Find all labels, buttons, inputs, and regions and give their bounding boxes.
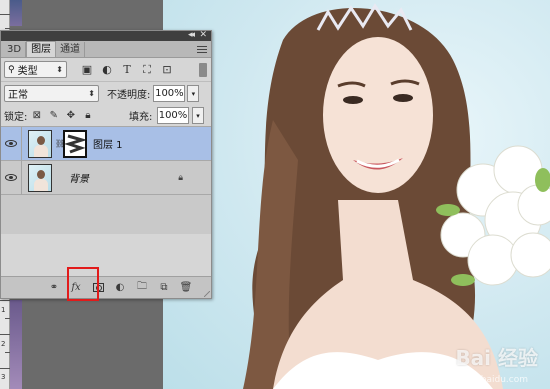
lock-transparent-pixels-icon[interactable]: ⊠ [31,110,42,121]
new-layer-icon[interactable]: ⧉ [157,281,171,295]
opacity-label: 不透明度: [107,90,151,101]
fill-label: 填充: [129,112,153,123]
tab-channels[interactable]: 通道 [56,42,86,57]
layer-name[interactable]: 背景 [69,170,89,185]
collapse-panel-icon[interactable]: ◂◂ [188,30,195,40]
trash-icon[interactable]: 🗑 [179,281,193,295]
opacity-input[interactable]: 100% [153,85,186,102]
watermark-url: jingyan.baidu.com [444,375,528,385]
panel-menu-icon[interactable] [197,44,207,54]
link-layers-icon[interactable]: ⚭ [47,281,61,295]
type-layer-filter-icon[interactable]: T [121,63,133,76]
search-icon: ⚲ [8,64,15,75]
pixel-layer-filter-icon[interactable]: ▣ [81,63,93,76]
tab-3d[interactable]: 3D [3,42,27,57]
photo-canvas[interactable]: Bai 经验 jingyan.baidu.com [163,0,550,389]
filter-kind-select[interactable]: ⚲ 类型 ⬍ [4,61,67,78]
chevron-updown-icon: ⬍ [88,89,95,98]
panel-resize-grip[interactable] [204,291,210,297]
close-panel-icon[interactable]: ✕ [199,30,207,40]
lock-row: 锁定: ⊠ ✎ ✥ 🔒︎ 填充: 100% ▾ [1,105,211,127]
panel-tabs: 3D 图层 通道 [1,41,211,58]
panel-title-bar[interactable]: ◂◂ ✕ [1,30,211,41]
eye-icon [5,140,17,147]
layer-row-layer1[interactable]: ⛓ 图层 1 [1,126,211,161]
fill-slider-toggle[interactable]: ▾ [192,107,204,124]
adjustment-layer-filter-icon[interactable]: ◐ [101,63,113,76]
fill-input[interactable]: 100% [157,107,189,124]
panel-footer-toolbar: ⚭ fx ◐ 🗀 ⧉ 🗑 [1,276,211,298]
layers-list: ⛓ 图层 1 背景 🔒︎ [1,126,211,234]
blend-mode-value: 正常 [8,90,28,101]
visibility-toggle[interactable] [1,140,21,147]
filter-toggle-switch[interactable] [199,63,207,77]
layers-panel: ◂◂ ✕ 3D 图层 通道 ⚲ 类型 ⬍ ▣ ◐ T ⛶ ⊡ 正常 ⬍ 不透明度… [0,30,212,299]
visibility-toggle[interactable] [1,174,21,181]
blend-row: 正常 ⬍ 不透明度: 100% ▾ [1,82,211,105]
layer-filter-row: ⚲ 类型 ⬍ ▣ ◐ T ⛶ ⊡ [1,58,211,82]
ruler-number: 1 [1,306,6,314]
new-adjustment-layer-icon[interactable]: ◐ [113,281,127,295]
highlight-box [67,267,99,301]
background-document-image [10,0,22,26]
eye-icon [5,174,17,181]
lock-label: 锁定: [4,112,28,123]
lock-position-icon[interactable]: ✥ [65,110,76,121]
tab-layers[interactable]: 图层 [26,41,57,57]
shape-layer-filter-icon[interactable]: ⛶ [141,63,153,76]
ruler-number: 2 [1,340,6,348]
ruler-number: 3 [1,373,6,381]
layer-mask-thumbnail[interactable] [63,129,87,158]
chain-link-icon[interactable]: ⛓ [55,139,65,149]
layer-name[interactable]: 图层 1 [93,136,123,151]
chevron-updown-icon: ⬍ [56,65,63,74]
layer-row-background[interactable]: 背景 🔒︎ [1,160,211,195]
lock-image-pixels-icon[interactable]: ✎ [48,110,59,121]
portrait-photo [243,3,550,389]
layer-thumbnail[interactable] [28,129,52,158]
lock-icon: 🔒︎ [178,172,183,183]
new-group-folder-icon[interactable]: 🗀 [135,281,149,295]
blend-mode-select[interactable]: 正常 ⬍ [4,85,99,102]
lock-all-icon[interactable]: 🔒︎ [82,110,93,121]
filter-kind-label: 类型 [17,66,38,77]
smart-object-filter-icon[interactable]: ⊡ [161,63,173,76]
watermark-logo: Bai 经验 [455,346,538,370]
background-document-image [10,300,22,389]
opacity-slider-toggle[interactable]: ▾ [187,85,200,102]
layer-thumbnail[interactable] [28,163,52,192]
